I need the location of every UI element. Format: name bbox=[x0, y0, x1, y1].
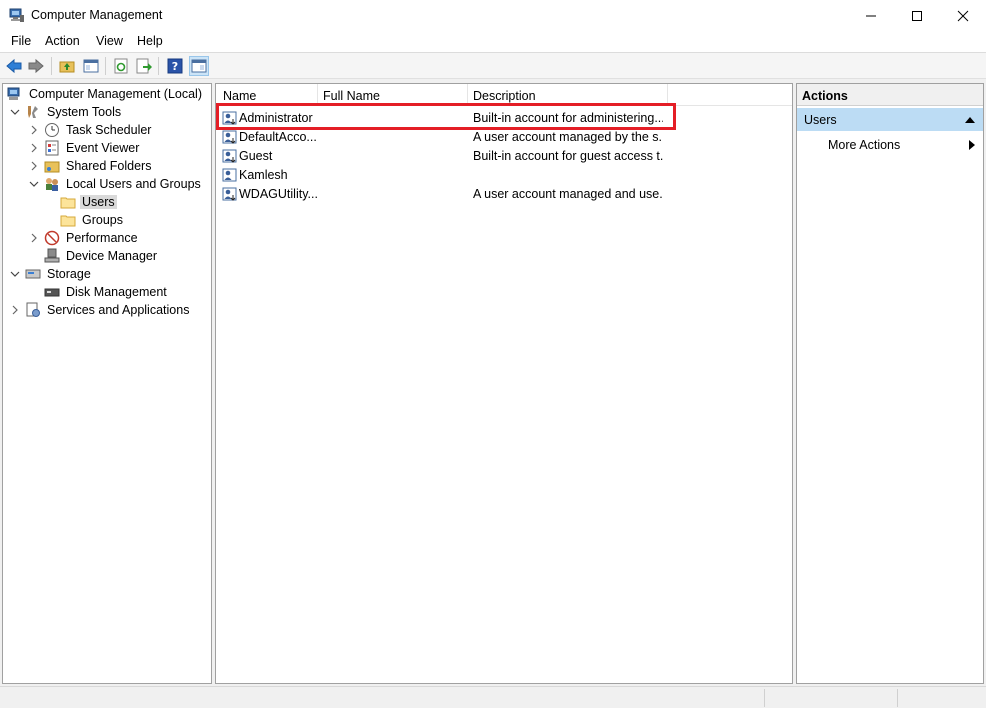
collapse-up-icon[interactable] bbox=[965, 116, 975, 123]
title-bar: Computer Management bbox=[0, 0, 986, 31]
user-icon bbox=[222, 148, 238, 164]
show-hide-console-tree-button[interactable] bbox=[81, 56, 101, 76]
status-bar bbox=[0, 686, 986, 708]
shared-folder-icon bbox=[44, 158, 60, 174]
up-folder-icon bbox=[59, 61, 75, 73]
menu-view[interactable]: View bbox=[96, 34, 123, 48]
menu-bar: File Action View Help bbox=[0, 31, 986, 53]
column-header-full-name[interactable]: Full Name bbox=[323, 89, 380, 103]
minimize-button[interactable] bbox=[848, 0, 894, 31]
chevron-down-icon[interactable] bbox=[9, 106, 21, 118]
maximize-button[interactable] bbox=[894, 0, 940, 31]
close-icon bbox=[957, 10, 969, 21]
chevron-right-icon[interactable] bbox=[28, 124, 40, 136]
storage-icon bbox=[25, 266, 41, 282]
user-icon bbox=[222, 129, 238, 145]
window-title: Computer Management bbox=[31, 8, 163, 22]
tree-item-storage[interactable]: Storage bbox=[9, 265, 93, 283]
close-button[interactable] bbox=[940, 0, 986, 31]
device-manager-icon bbox=[44, 248, 60, 264]
show-hide-action-pane-icon bbox=[191, 59, 207, 73]
tree-item-device-manager[interactable]: Device Manager bbox=[44, 247, 159, 265]
column-header-name[interactable]: Name bbox=[223, 89, 256, 103]
services-icon bbox=[25, 302, 41, 318]
more-actions-item[interactable]: More Actions bbox=[797, 135, 983, 155]
minimize-icon bbox=[866, 15, 876, 16]
user-row-wdagutilityaccount[interactable]: WDAGUtility... A user account managed an… bbox=[220, 185, 790, 204]
show-hide-action-pane-button[interactable] bbox=[189, 56, 209, 76]
user-row-defaultaccount[interactable]: DefaultAcco... A user account managed by… bbox=[220, 128, 790, 147]
folder-icon bbox=[60, 194, 76, 210]
forward-button[interactable] bbox=[26, 56, 46, 76]
actions-section-users[interactable]: Users bbox=[797, 108, 983, 131]
tree-item-services-and-applications[interactable]: Services and Applications bbox=[9, 301, 191, 319]
up-one-level-button[interactable] bbox=[57, 56, 77, 76]
chevron-right-icon[interactable] bbox=[28, 232, 40, 244]
chevron-right-icon[interactable] bbox=[9, 304, 21, 316]
tree-item-event-viewer[interactable]: Event Viewer bbox=[28, 139, 141, 157]
user-row-kamlesh[interactable]: Kamlesh bbox=[220, 166, 790, 185]
users-group-icon bbox=[44, 176, 60, 192]
help-button[interactable]: ? bbox=[165, 56, 185, 76]
forward-icon bbox=[28, 58, 44, 74]
folder-icon bbox=[60, 212, 76, 228]
column-header-description[interactable]: Description bbox=[473, 89, 536, 103]
chevron-right-icon[interactable] bbox=[28, 142, 40, 154]
back-icon bbox=[6, 58, 22, 74]
tree-item-computer-management[interactable]: Computer Management (Local) bbox=[7, 85, 204, 103]
computer-management-icon bbox=[7, 86, 23, 102]
user-icon bbox=[222, 186, 238, 202]
disk-management-icon bbox=[44, 284, 60, 300]
svg-text:?: ? bbox=[172, 60, 178, 73]
users-list-view[interactable]: Name Full Name Description Administrator… bbox=[215, 83, 793, 684]
back-button[interactable] bbox=[4, 56, 24, 76]
show-hide-tree-icon bbox=[83, 59, 99, 73]
tree-item-performance[interactable]: Performance bbox=[28, 229, 140, 247]
tree-item-system-tools[interactable]: System Tools bbox=[9, 103, 123, 121]
maximize-icon bbox=[912, 10, 922, 21]
computer-management-icon bbox=[9, 7, 25, 23]
export-list-icon bbox=[136, 58, 152, 74]
tree-item-task-scheduler[interactable]: Task Scheduler bbox=[28, 121, 153, 139]
status-divider bbox=[897, 689, 898, 707]
actions-header: Actions bbox=[797, 84, 983, 106]
computer-management-window: Computer Management File Action View Hel… bbox=[0, 0, 986, 708]
tree-item-disk-management[interactable]: Disk Management bbox=[44, 283, 169, 301]
event-viewer-icon bbox=[44, 140, 60, 156]
clock-icon bbox=[44, 122, 60, 138]
chevron-down-icon[interactable] bbox=[28, 178, 40, 190]
export-list-button[interactable] bbox=[134, 56, 154, 76]
tree-item-groups[interactable]: Groups bbox=[60, 211, 125, 229]
highlight-annotation bbox=[216, 103, 676, 130]
status-divider bbox=[764, 689, 765, 707]
system-tools-icon bbox=[25, 104, 41, 120]
user-icon bbox=[222, 167, 238, 183]
toolbar-separator bbox=[51, 57, 52, 75]
tree-item-shared-folders[interactable]: Shared Folders bbox=[28, 157, 153, 175]
toolbar: ? bbox=[0, 53, 986, 79]
chevron-right-icon[interactable] bbox=[28, 160, 40, 172]
chevron-down-icon[interactable] bbox=[9, 268, 21, 280]
user-row-guest[interactable]: Guest Built-in account for guest access … bbox=[220, 147, 790, 166]
performance-icon bbox=[44, 230, 60, 246]
help-icon: ? bbox=[167, 58, 183, 74]
actions-pane: Actions Users More Actions bbox=[796, 83, 984, 684]
menu-action[interactable]: Action bbox=[45, 34, 80, 48]
tree-item-local-users-and-groups[interactable]: Local Users and Groups bbox=[28, 175, 203, 193]
console-tree[interactable]: Computer Management (Local) System Tools… bbox=[2, 83, 212, 684]
refresh-icon bbox=[114, 58, 128, 74]
submenu-arrow-icon bbox=[969, 140, 975, 150]
menu-help[interactable]: Help bbox=[137, 34, 163, 48]
toolbar-separator bbox=[158, 57, 159, 75]
toolbar-separator bbox=[105, 57, 106, 75]
tree-item-users[interactable]: Users bbox=[60, 193, 117, 211]
menu-file[interactable]: File bbox=[11, 34, 31, 48]
refresh-button[interactable] bbox=[111, 56, 131, 76]
